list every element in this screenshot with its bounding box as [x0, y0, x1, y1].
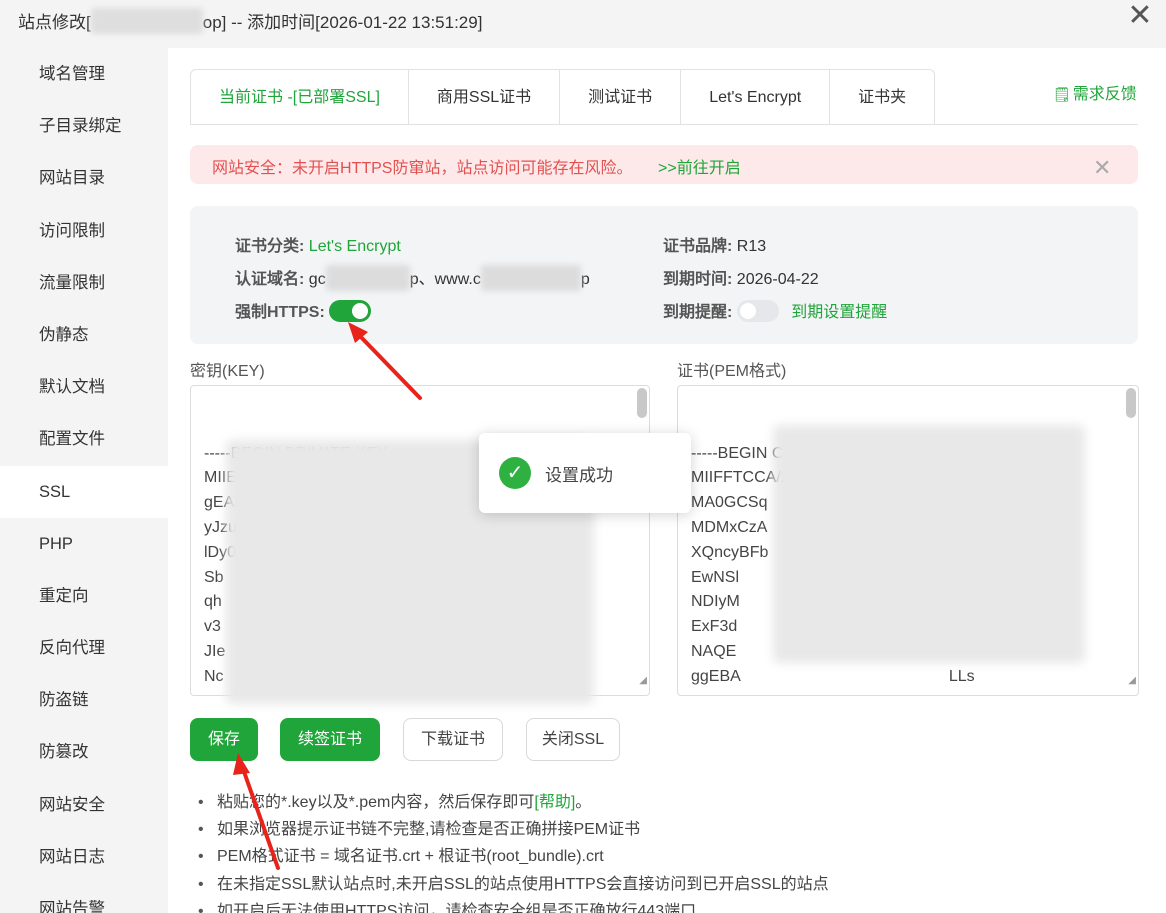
arrow-to-https-toggle	[348, 322, 422, 400]
annotation-arrows	[233, 322, 422, 870]
arrow-to-save-button	[233, 753, 280, 870]
